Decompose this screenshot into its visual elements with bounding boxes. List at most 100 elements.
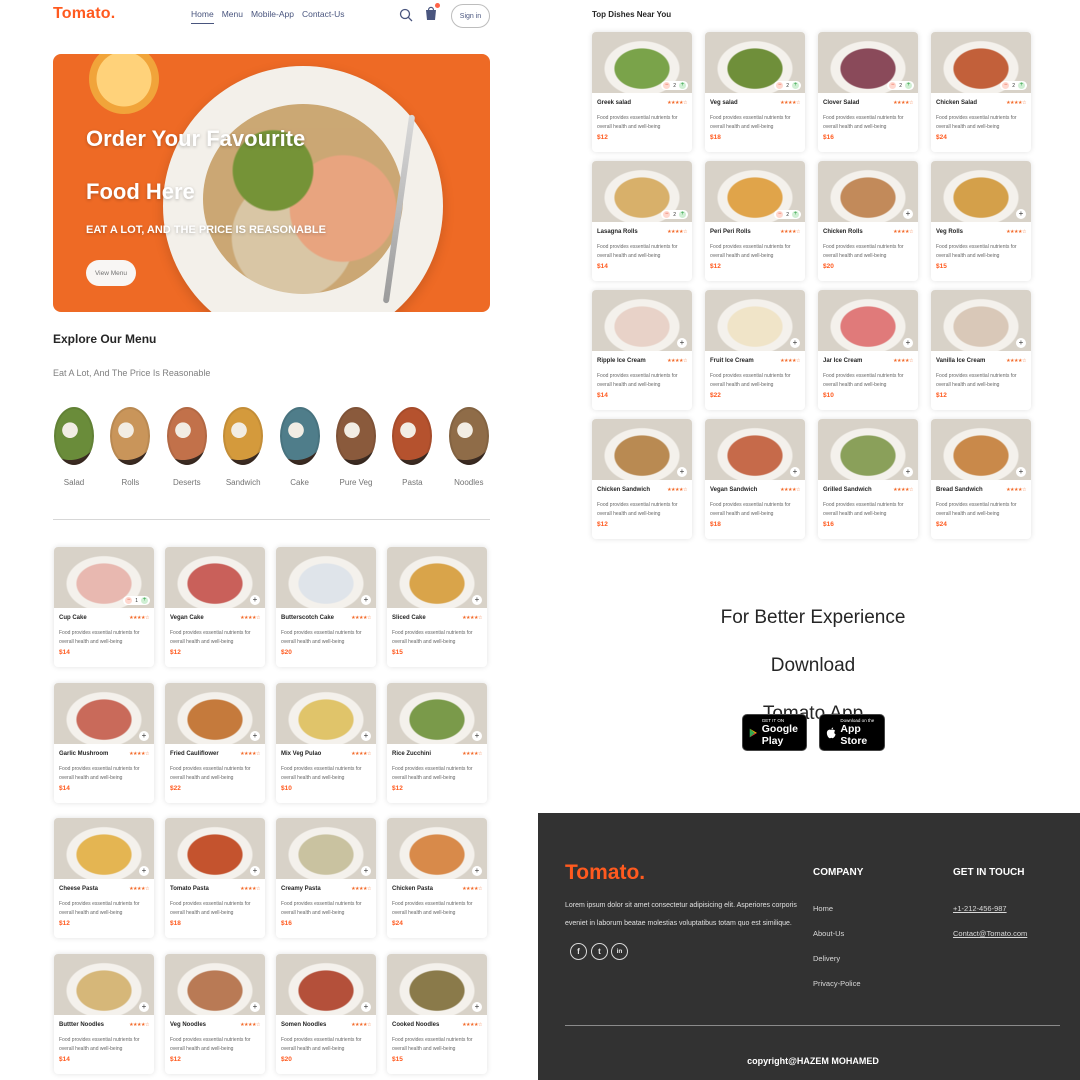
food-card[interactable]: + Jar Ice Cream ★★★★☆ Food provides essenti… <box>818 290 918 410</box>
footer-link-delivery[interactable]: Delivery <box>813 954 840 963</box>
food-card[interactable]: −2 + Peri Peri Rolls ★★★★☆ Food provides ess… <box>705 161 805 281</box>
food-card[interactable]: + Chicken Rolls ★★★★☆ Food provides essenti… <box>818 161 918 281</box>
remove-item-icon[interactable]: − <box>125 597 133 604</box>
footer-phone-link[interactable]: +1-212-456-987 <box>953 904 1007 913</box>
menu-category-item[interactable]: Deserts <box>166 407 208 487</box>
menu-category-item[interactable]: Pasta <box>391 407 433 487</box>
food-card[interactable]: −2 + Veg salad ★★★★☆ Food provides essential… <box>705 32 805 152</box>
add-to-cart-icon[interactable]: + <box>250 730 260 741</box>
add-to-cart-icon[interactable]: + <box>903 209 913 219</box>
footer-link-about-us[interactable]: About-Us <box>813 929 844 938</box>
remove-item-icon[interactable]: − <box>663 82 671 89</box>
search-icon[interactable] <box>399 8 413 22</box>
add-to-cart-icon[interactable]: + <box>250 595 260 605</box>
add-to-cart-icon[interactable]: + <box>677 467 687 477</box>
footer-link-home[interactable]: Home <box>813 904 833 913</box>
food-card[interactable]: + Creamy Pasta ★★★★☆ Food provides essentia… <box>276 818 376 938</box>
add-to-cart-icon[interactable]: + <box>472 595 482 605</box>
footer-email-link[interactable]: Contact@Tomato.com <box>953 929 1027 938</box>
food-card[interactable]: + Vegan Cake ★★★★☆ Food provides essential … <box>165 547 265 667</box>
remove-item-icon[interactable]: − <box>1002 82 1010 89</box>
food-card[interactable]: −2 + Chicken Salad ★★★★☆ Food provides essen… <box>931 32 1031 152</box>
add-item-icon[interactable]: + <box>1018 82 1025 89</box>
food-card[interactable]: + Ripple Ice Cream ★★★★☆ Food provides esse… <box>592 290 692 410</box>
nav-link-contact-us[interactable]: Contact-Us <box>302 9 345 24</box>
menu-category-item[interactable]: Rolls <box>109 407 151 487</box>
signin-button[interactable]: Sign in <box>451 4 490 28</box>
twitter-icon[interactable]: t <box>591 943 608 960</box>
add-item-icon[interactable]: + <box>679 82 686 89</box>
food-card[interactable]: + Chicken Pasta ★★★★☆ Food provides essenti… <box>387 818 487 938</box>
remove-item-icon[interactable]: − <box>889 82 897 89</box>
add-to-cart-icon[interactable]: + <box>1016 209 1026 219</box>
food-card[interactable]: + Cheese Pasta ★★★★☆ Food provides essentia… <box>54 818 154 938</box>
add-to-cart-icon[interactable]: + <box>472 866 482 876</box>
add-to-cart-icon[interactable]: + <box>1016 467 1026 477</box>
food-card[interactable]: −1 + Cup Cake ★★★★☆ Food provides essential … <box>54 547 154 667</box>
food-card[interactable]: + Fruit Ice Cream ★★★★☆ Food provides essen… <box>705 290 805 410</box>
add-item-icon[interactable]: + <box>792 211 799 218</box>
menu-category-item[interactable]: Noodles <box>448 407 490 487</box>
food-card[interactable]: + Buttter Noodles ★★★★☆ Food provides essen… <box>54 953 154 1074</box>
food-card[interactable]: + Garlic Mushroom ★★★★☆ Food provides essen… <box>54 682 154 803</box>
footer-logo[interactable]: Tomato. <box>565 861 645 885</box>
add-to-cart-icon[interactable]: + <box>361 866 371 876</box>
food-card[interactable]: + Vegan Sandwich ★★★★☆ Food provides essent… <box>705 419 805 539</box>
nav-link-home[interactable]: Home <box>191 9 214 24</box>
remove-item-icon[interactable]: − <box>776 211 784 218</box>
add-item-icon[interactable]: + <box>679 211 686 218</box>
add-to-cart-icon[interactable]: + <box>250 866 260 876</box>
add-item-icon[interactable]: + <box>905 82 912 89</box>
basket-icon[interactable] <box>424 3 440 21</box>
menu-category-item[interactable]: Pure Veg <box>335 407 377 487</box>
food-card[interactable]: + Fried Cauliflower ★★★★☆ Food provides ess… <box>165 682 265 803</box>
food-card[interactable]: −2 + Clover Salad ★★★★☆ Food provides essent… <box>818 32 918 152</box>
add-to-cart-icon[interactable]: + <box>361 595 371 605</box>
add-to-cart-icon[interactable]: + <box>790 338 800 348</box>
food-card[interactable]: −2 + Lasagna Rolls ★★★★☆ Food provides essen… <box>592 161 692 281</box>
add-to-cart-icon[interactable]: + <box>472 730 482 741</box>
linkedin-icon[interactable]: in <box>611 943 628 960</box>
food-card[interactable]: + Vanilla Ice Cream ★★★★☆ Food provides ess… <box>931 290 1031 410</box>
nav-link-menu[interactable]: Menu <box>222 9 243 24</box>
add-to-cart-icon[interactable]: + <box>139 1001 149 1012</box>
facebook-icon[interactable]: f <box>570 943 587 960</box>
add-to-cart-icon[interactable]: + <box>1016 338 1026 348</box>
food-card[interactable]: + Rice Zucchini ★★★★☆ Food provides essenti… <box>387 682 487 803</box>
footer-link-privacy-police[interactable]: Privacy-Police <box>813 979 861 988</box>
food-card[interactable]: + Cooked Noodles ★★★★☆ Food provides essent… <box>387 953 487 1074</box>
food-card[interactable]: + Mix Veg Pulao ★★★★☆ Food provides essenti… <box>276 682 376 803</box>
food-card[interactable]: + Tomato Pasta ★★★★☆ Food provides essentia… <box>165 818 265 938</box>
add-to-cart-icon[interactable]: + <box>139 866 149 876</box>
menu-category-item[interactable]: Cake <box>279 407 321 487</box>
add-to-cart-icon[interactable]: + <box>139 730 149 741</box>
food-card[interactable]: + Sliced Cake ★★★★☆ Food provides essential… <box>387 547 487 667</box>
food-card[interactable]: −2 + Greek salad ★★★★☆ Food provides essenti… <box>592 32 692 152</box>
food-card[interactable]: + Bread Sandwich ★★★★☆ Food provides essent… <box>931 419 1031 539</box>
add-to-cart-icon[interactable]: + <box>677 338 687 348</box>
nav-link-mobile-app[interactable]: Mobile-App <box>251 9 294 24</box>
add-to-cart-icon[interactable]: + <box>361 1001 371 1012</box>
food-card[interactable]: + Veg Rolls ★★★★☆ Food provides essential n… <box>931 161 1031 281</box>
brand-logo[interactable]: Tomato. <box>53 5 115 23</box>
remove-item-icon[interactable]: − <box>776 82 784 89</box>
add-to-cart-icon[interactable]: + <box>472 1001 482 1012</box>
menu-category-item[interactable]: Salad <box>53 407 95 487</box>
remove-item-icon[interactable]: − <box>663 211 671 218</box>
view-menu-button[interactable]: View Menu <box>86 260 136 286</box>
add-to-cart-icon[interactable]: + <box>903 338 913 348</box>
food-card[interactable]: + Grilled Sandwich ★★★★☆ Food provides esse… <box>818 419 918 539</box>
food-card[interactable]: + Somen Noodles ★★★★☆ Food provides essenti… <box>276 953 376 1074</box>
food-card[interactable]: + Butterscotch Cake ★★★★☆ Food provides ess… <box>276 547 376 667</box>
food-card[interactable]: + Chicken Sandwich ★★★★☆ Food provides esse… <box>592 419 692 539</box>
food-card[interactable]: + Veg Noodles ★★★★☆ Food provides essential… <box>165 953 265 1074</box>
add-item-icon[interactable]: + <box>792 82 799 89</box>
add-to-cart-icon[interactable]: + <box>361 730 371 741</box>
app-store-button[interactable]: Download on the App Store <box>819 714 885 751</box>
google-play-button[interactable]: GET IT ON Google Play <box>742 714 807 751</box>
add-to-cart-icon[interactable]: + <box>250 1001 260 1012</box>
menu-category-item[interactable]: Sandwich <box>222 407 264 487</box>
add-to-cart-icon[interactable]: + <box>790 467 800 477</box>
add-to-cart-icon[interactable]: + <box>903 467 913 477</box>
add-item-icon[interactable]: + <box>141 597 148 604</box>
